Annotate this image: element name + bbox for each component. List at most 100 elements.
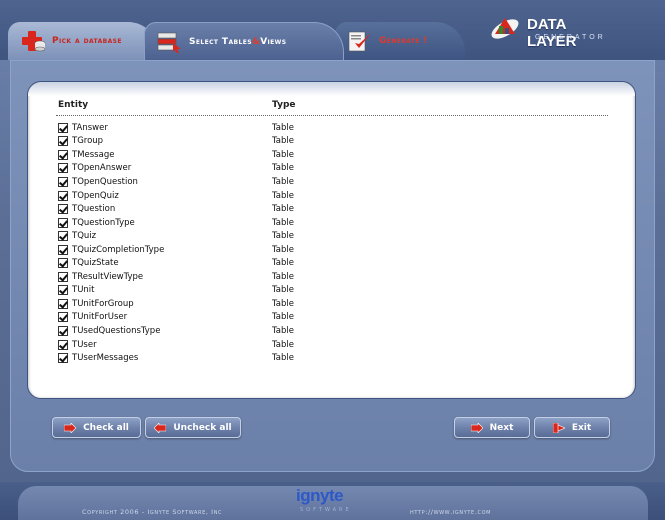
entity-checkbox[interactable] [58, 204, 68, 215]
entity-name: TOpenQuestion [72, 176, 138, 187]
tab-select-label-a: Select Tables [189, 36, 252, 47]
entity-checkbox[interactable] [58, 122, 68, 133]
uncheck-all-label: Uncheck all [173, 422, 232, 433]
list-item[interactable]: TUnitForGroup Table [58, 297, 294, 311]
list-item[interactable]: TResultViewType Table [58, 270, 294, 284]
entity-name: TQuestionType [72, 217, 135, 228]
entity-type: Table [272, 258, 294, 269]
entity-checkbox[interactable] [58, 271, 68, 282]
entity-type: Table [272, 298, 294, 309]
entity-type: Table [272, 231, 294, 242]
entity-name: TQuizState [72, 258, 119, 269]
entity-name: TUser [72, 339, 97, 350]
list-item[interactable]: TUser Table [58, 338, 294, 352]
next-label: Next [489, 422, 514, 433]
list-item[interactable]: TGroup Table [58, 135, 294, 149]
footer: Copyright 2006 - Ignyte Software, Inc ig… [0, 482, 665, 520]
entity-checkbox[interactable] [58, 298, 68, 309]
list-item[interactable]: TQuiz Table [58, 229, 294, 243]
next-button[interactable]: Next [454, 417, 530, 438]
entity-checkbox[interactable] [58, 149, 68, 160]
brand-word: ignyte [296, 486, 344, 505]
list-item[interactable]: TQuestion Table [58, 202, 294, 216]
website-link[interactable]: http://www.ignyte.com [410, 508, 491, 516]
entity-checkbox[interactable] [58, 353, 68, 364]
entity-type: Table [272, 176, 294, 187]
entity-name: TUserMessages [72, 353, 139, 364]
document-check-icon [347, 30, 373, 52]
list-item[interactable]: TUnitForUser Table [58, 311, 294, 325]
column-header-type: Type [272, 100, 296, 110]
entity-name: TUnitForGroup [72, 298, 134, 309]
list-item[interactable]: TQuizState Table [58, 256, 294, 270]
entity-type: Table [272, 204, 294, 215]
tab-bar: Pick a database Select Tables & Views Ge… [0, 0, 665, 60]
entity-name: TQuiz [72, 231, 97, 242]
tab-select-label-b: Views [260, 36, 287, 47]
entity-checkbox[interactable] [58, 312, 68, 323]
entity-type: Table [272, 244, 294, 255]
exit-icon [552, 422, 566, 433]
entity-rows: TAnswer Table TGroup Table TMessage Table T… [58, 121, 294, 365]
list-item[interactable]: TOpenQuiz Table [58, 189, 294, 203]
ignyte-logo: ignyte SOFTWARE [296, 486, 376, 516]
list-item[interactable]: TUserMessages Table [58, 351, 294, 365]
list-item[interactable]: TOpenQuestion Table [58, 175, 294, 189]
list-item[interactable]: TMessage Table [58, 148, 294, 162]
list-item[interactable]: TAnswer Table [58, 121, 294, 135]
entity-type: Table [272, 325, 294, 336]
tab-select-tables-views[interactable]: Select Tables & Views [144, 22, 344, 60]
entity-name: TResultViewType [72, 271, 144, 282]
list-item[interactable]: TQuestionType Table [58, 216, 294, 230]
uncheck-all-button[interactable]: Uncheck all [145, 417, 241, 438]
brand-sub: SOFTWARE [300, 507, 352, 513]
entity-checkbox[interactable] [58, 163, 68, 174]
entity-checkbox[interactable] [58, 176, 68, 187]
tab-select-label-amp: & [251, 36, 261, 47]
entity-type: Table [272, 285, 294, 296]
entity-checkbox[interactable] [58, 217, 68, 228]
arrow-right-icon [470, 421, 484, 434]
exit-button[interactable]: Exit [534, 417, 610, 438]
entity-type: Table [272, 353, 294, 364]
entity-name: TGroup [72, 136, 104, 147]
list-item[interactable]: TUnit Table [58, 284, 294, 298]
logo-subtitle: GENERATOR [535, 34, 606, 41]
tab-generate-label: Generate ! [379, 36, 428, 46]
entity-name: TOpenAnswer [72, 163, 132, 174]
app-window: Pick a database Select Tables & Views Ge… [0, 0, 665, 520]
entity-type: Table [272, 136, 294, 147]
entity-name: TUnitForUser [72, 312, 128, 323]
tab-pick-database[interactable]: Pick a database [8, 22, 158, 60]
entity-checkbox[interactable] [58, 136, 68, 147]
copyright-text: Copyright 2006 - Ignyte Software, Inc [82, 508, 223, 516]
list-item[interactable]: TQuizCompletionType Table [58, 243, 294, 257]
entity-checkbox[interactable] [58, 285, 68, 296]
entity-checkbox[interactable] [58, 190, 68, 201]
entity-checkbox[interactable] [58, 325, 68, 336]
entity-type: Table [272, 271, 294, 282]
arrow-right-icon [63, 421, 77, 434]
entity-checkbox[interactable] [58, 244, 68, 255]
arrow-left-icon [153, 421, 167, 434]
list-item[interactable]: TUsedQuestionsType Table [58, 324, 294, 338]
exit-label: Exit [571, 422, 592, 433]
entity-type: Table [272, 339, 294, 350]
entity-name: TUnit [72, 285, 95, 296]
entity-checkbox[interactable] [58, 339, 68, 350]
tab-pick-label: Pick a database [52, 36, 122, 46]
tab-generate[interactable]: Generate ! [335, 22, 465, 60]
entity-type: Table [272, 122, 294, 133]
entity-checkbox[interactable] [58, 231, 68, 242]
entity-name: TOpenQuiz [72, 190, 119, 201]
entity-list-panel: Entity Type TAnswer Table TGroup Table TMe… [27, 81, 636, 399]
panel-header-shade [28, 82, 635, 96]
check-all-button[interactable]: Check all [52, 417, 141, 438]
entity-name: TMessage [72, 149, 115, 160]
header-divider [56, 115, 608, 116]
entity-checkbox[interactable] [58, 258, 68, 269]
list-item[interactable]: TOpenAnswer Table [58, 162, 294, 176]
column-header-entity: Entity [58, 100, 89, 110]
entity-name: TQuestion [72, 204, 116, 215]
entity-type: Table [272, 190, 294, 201]
